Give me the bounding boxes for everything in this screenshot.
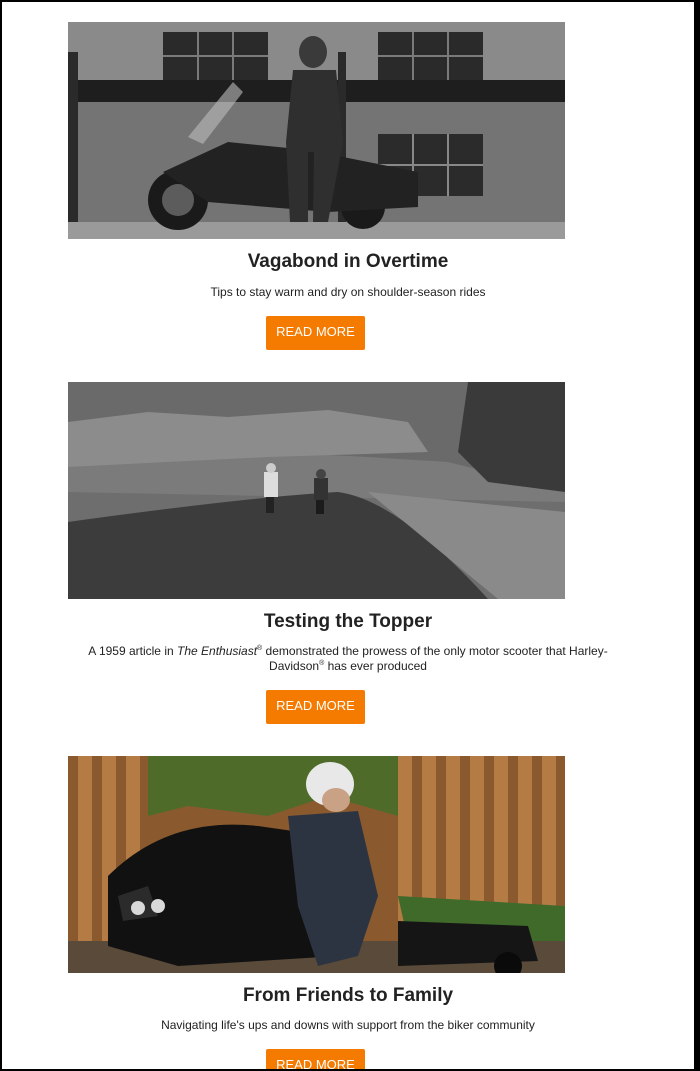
article-image-topper[interactable] (68, 382, 565, 599)
article-description: Navigating life's ups and downs with sup… (161, 1018, 535, 1032)
article-title: Vagabond in Overtime (247, 251, 449, 272)
article-description: Tips to stay warm and dry on shoulder-se… (210, 285, 486, 299)
article-description: A 1959 article in The Enthusiast® demons… (88, 644, 608, 673)
read-more-button[interactable]: READ MORE (266, 1049, 365, 1069)
scooters-on-desert-road-photo (68, 382, 565, 599)
read-more-button[interactable]: READ MORE (266, 316, 365, 350)
rider-on-touring-bike-photo (68, 756, 565, 973)
read-more-button[interactable]: READ MORE (266, 690, 365, 724)
article-title: From Friends to Family (242, 985, 454, 1006)
email-body: Vagabond in Overtime Tips to stay warm a… (2, 2, 694, 1069)
article-image-friends[interactable] (68, 756, 565, 973)
article-title: Testing the Topper (263, 611, 433, 632)
rider-leaning-on-motorcycle-photo (68, 22, 565, 239)
article-image-vagabond[interactable] (68, 22, 565, 239)
